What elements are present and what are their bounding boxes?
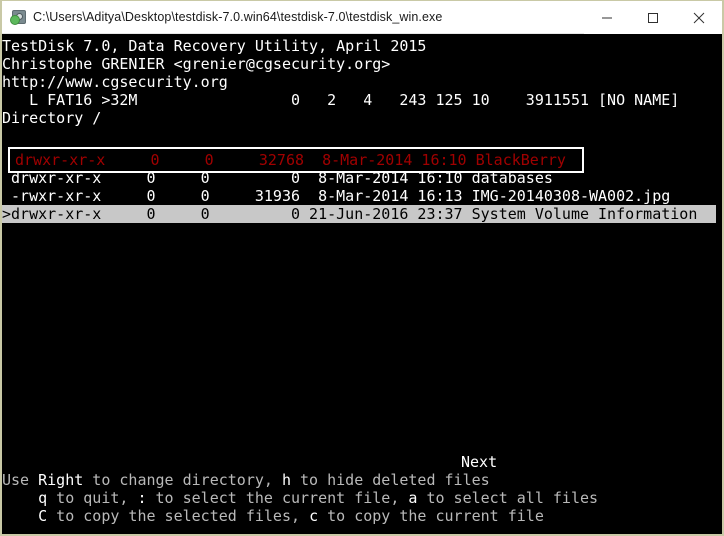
help-key-hint: c [309, 507, 319, 525]
help-key-hint: q [38, 489, 48, 507]
help-text-segment: to copy the current file [318, 507, 544, 525]
help-text-segment [2, 507, 38, 525]
table-row[interactable]: -rwxr-xr-x 0 0 31936 8-Mar-2014 16:13 IM… [2, 187, 670, 205]
author-line: Christophe GRENIER <grenier@cgsecurity.o… [2, 55, 391, 73]
help-text-segment: to hide deleted files [291, 471, 490, 489]
window-title: C:\Users\Aditya\Desktop\testdisk-7.0.win… [33, 10, 443, 24]
maximize-button[interactable] [630, 1, 676, 34]
close-icon [693, 12, 705, 23]
help-line-2: q to quit, : to select the current file,… [2, 489, 598, 507]
partition-line: L FAT16 >32M 0 2 4 243 125 10 3911551 [N… [2, 91, 680, 109]
window-titlebar[interactable]: C:\Users\Aditya\Desktop\testdisk-7.0.win… [2, 1, 722, 34]
help-text-segment: Use [2, 471, 39, 489]
table-row[interactable]: drwxr-xr-x 0 0 0 8-Mar-2014 16:10 databa… [2, 169, 553, 187]
help-key-hint: h [281, 471, 291, 489]
help-key-hint: Right [38, 471, 84, 489]
help-text-segment: to select all files [417, 489, 599, 507]
testdisk-app-icon [10, 9, 26, 25]
pager-next-label[interactable]: Next [461, 453, 497, 471]
help-text-segment: to quit, [47, 489, 138, 507]
directory-path: Directory / [2, 109, 102, 127]
help-text-segment: to copy the selected files, [47, 507, 310, 525]
help-line-3: C to copy the selected files, c to copy … [2, 507, 544, 525]
close-button[interactable] [676, 1, 722, 34]
terminal-screen[interactable]: TestDisk 7.0, Data Recovery Utility, Apr… [2, 34, 722, 534]
minimize-icon [602, 17, 612, 18]
maximize-icon [648, 12, 658, 23]
table-row[interactable]: >drwxr-xr-x 0 0 0 21-Jun-2016 23:37 Syst… [2, 205, 716, 223]
help-text-segment [2, 489, 38, 507]
console-window: C:\Users\Aditya\Desktop\testdisk-7.0.win… [0, 0, 724, 536]
app-title-line: TestDisk 7.0, Data Recovery Utility, Apr… [2, 37, 427, 55]
help-text-segment: to change directory, [83, 471, 282, 489]
website-line: http://www.cgsecurity.org [2, 73, 228, 91]
help-key-hint: C [38, 507, 48, 525]
minimize-button[interactable] [584, 1, 630, 34]
help-key-hint: : [137, 489, 147, 507]
window-controls [584, 1, 722, 34]
help-line-1: Use Right to change directory, h to hide… [2, 471, 490, 489]
help-text-segment: to select the current file, [146, 489, 409, 507]
table-row[interactable]: drwxr-xr-x 0 0 32768 8-Mar-2014 16:10 Bl… [6, 151, 566, 169]
